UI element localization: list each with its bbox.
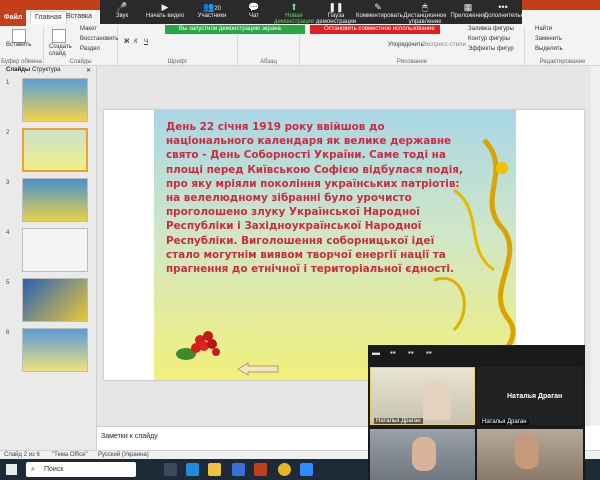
participant-video	[412, 437, 436, 471]
demo-status-bar: Вы запустили демонстрацию экрана	[165, 25, 305, 34]
edge-icon[interactable]	[186, 463, 199, 476]
paragraph-group-label: Абзац	[260, 59, 277, 65]
clipboard-label: Буфер обмена	[1, 59, 42, 65]
participant-video	[423, 382, 451, 420]
language-indicator[interactable]: Русский (Украина)	[98, 452, 149, 458]
zoom-app-icon[interactable]	[300, 463, 313, 476]
slide-thumbnail	[22, 328, 88, 372]
video-tile-speaker[interactable]: Наталья Драган	[370, 367, 475, 425]
gallery-icon[interactable]: ▪▪	[408, 348, 414, 357]
mute-button[interactable]: 🎤 Звук	[100, 1, 144, 23]
minimize-icon[interactable]: ▬	[372, 348, 380, 357]
shape-fill-button[interactable]: Заливка фигуры	[468, 26, 514, 32]
underline-button[interactable]: Ч	[144, 39, 148, 45]
group-editing: Найти Заменить Выделить Редактирование	[525, 26, 600, 66]
participant-video	[515, 435, 539, 469]
video-tile-student-2[interactable]	[477, 429, 583, 480]
slide-thumbnail	[22, 278, 88, 322]
slide-thumb-1[interactable]: 1	[0, 78, 97, 124]
camera-icon: ▶	[161, 2, 169, 12]
video-tile-student-1[interactable]	[370, 429, 475, 480]
start-video-button[interactable]: ▶ Начать видео	[140, 1, 190, 23]
notes-field[interactable]: Заметки к слайду	[97, 426, 370, 450]
group-slides: Создать слайд Макет Восстановить Раздел …	[44, 26, 118, 66]
slide-body-text[interactable]: День 22 січня 1919 року ввійшов до націо…	[166, 120, 466, 276]
video-tile-name[interactable]: Наталья Драган Наталья Драган	[477, 367, 583, 425]
font-group-label: Шрифт	[167, 59, 188, 65]
select-button[interactable]: Выделить	[535, 46, 563, 52]
pause-icon: ❚❚	[328, 2, 344, 12]
arrange-button[interactable]: Упорядочить	[388, 42, 424, 48]
editing-group-label: Редактирование	[539, 59, 586, 65]
slide-thumb-5[interactable]: 5	[0, 278, 97, 324]
mic-icon: 🎤	[116, 2, 128, 12]
slides-panel: Слайды Структура ✕ 1 2 3 4 5 6	[0, 66, 97, 454]
windows-start-icon[interactable]	[6, 464, 17, 475]
chrome-icon[interactable]	[278, 463, 291, 476]
search-icon: ⌕	[31, 466, 35, 473]
chat-icon: 💬	[248, 2, 260, 12]
slide-thumbnail	[22, 128, 88, 172]
slide-thumbnail	[22, 228, 88, 272]
slides-group-label: Слайды	[69, 59, 92, 65]
task-view-icon[interactable]	[164, 463, 177, 476]
tab-home[interactable]: Главная	[30, 11, 67, 24]
layout-button[interactable]: Макет	[80, 26, 97, 32]
new-slide-icon[interactable]	[52, 29, 66, 43]
back-arrow-icon[interactable]	[236, 362, 280, 376]
annotate-button[interactable]: ✎ Комментировать	[356, 1, 403, 23]
powerpoint-icon[interactable]	[254, 463, 267, 476]
tab-slides[interactable]: Слайды	[6, 67, 30, 73]
drawing-group-label: Рисование	[396, 59, 428, 65]
layout-icon[interactable]: ▪▪	[390, 348, 396, 357]
more-button[interactable]: ••• Дополнительно	[484, 1, 527, 23]
section-button[interactable]: Раздел	[80, 46, 100, 52]
italic-button[interactable]: К	[134, 39, 138, 45]
taskbar-search[interactable]: ⌕ Поиск	[26, 462, 136, 477]
tab-outline[interactable]: Структура	[32, 67, 60, 73]
chat-button[interactable]: 💬 Чат	[232, 1, 276, 23]
shape-outline-button[interactable]: Контур фигуры	[468, 36, 510, 42]
tab-file[interactable]: Файл	[0, 10, 26, 26]
find-button[interactable]: Найти	[535, 26, 552, 32]
participants-button[interactable]: 👥20 Участники	[190, 1, 234, 23]
panel-tabs: Слайды Структура ✕	[0, 66, 96, 75]
stop-share-button[interactable]: Остановить совместное использование	[310, 25, 440, 34]
file-explorer-icon[interactable]	[208, 463, 221, 476]
pause-share-button[interactable]: ❚❚ Пауза демонстрации	[314, 1, 358, 25]
paste-button[interactable]: Вставить	[6, 42, 31, 48]
video-panel-toolbar: ▬ ▪▪ ▪▪ ▪▪	[368, 345, 585, 361]
new-share-button[interactable]: ⬆ Новая демонстрация	[272, 1, 316, 25]
word-icon[interactable]	[232, 463, 245, 476]
paste-icon[interactable]	[12, 29, 26, 43]
more-icon: •••	[498, 2, 508, 12]
participant-name-large: Наталья Драган	[507, 393, 563, 400]
slide-thumb-6[interactable]: 6	[0, 328, 97, 374]
video-panel: ▬ ▪▪ ▪▪ ▪▪ Наталья Драган Наталья Драган…	[368, 345, 585, 480]
create-slide-button[interactable]: Создать слайд	[49, 44, 72, 58]
replace-button[interactable]: Заменить	[535, 36, 562, 42]
reset-button[interactable]: Восстановить	[80, 36, 118, 42]
participants-icon: 👥20	[203, 2, 221, 12]
quick-styles-button[interactable]: Экспресс-стили	[422, 42, 466, 48]
tab-insert[interactable]: Вставка	[66, 13, 92, 20]
share-icon: ⬆	[290, 2, 298, 12]
slide-thumbnail	[22, 78, 88, 122]
viburnum-berries-icon	[176, 331, 220, 360]
close-panel-icon[interactable]: ✕	[86, 67, 91, 74]
slide-thumb-4[interactable]: 4	[0, 228, 97, 274]
slide-thumb-2[interactable]: 2	[0, 128, 97, 174]
current-slide[interactable]: День 22 січня 1919 року ввійшов до націо…	[104, 110, 584, 380]
shape-effects-button[interactable]: Эффекты фигур	[468, 46, 514, 52]
group-clipboard: Вставить Буфер обмена	[0, 26, 44, 66]
theme-name: "Тема Office"	[52, 452, 88, 458]
slide-thumb-3[interactable]: 3	[0, 178, 97, 224]
slide-thumbnail	[22, 178, 88, 222]
bold-button[interactable]: Ж	[124, 39, 129, 45]
speaker-view-icon[interactable]: ▪▪	[426, 348, 432, 357]
annotate-icon: ✎	[374, 2, 382, 12]
vertical-scrollbar[interactable]	[591, 66, 600, 426]
zoom-toolbar: 🎤 Звук ▶ Начать видео 👥20 Участники 💬 Чат ⬆ Н…	[100, 0, 527, 25]
slide-counter: Слайд 2 из 6	[4, 452, 40, 458]
